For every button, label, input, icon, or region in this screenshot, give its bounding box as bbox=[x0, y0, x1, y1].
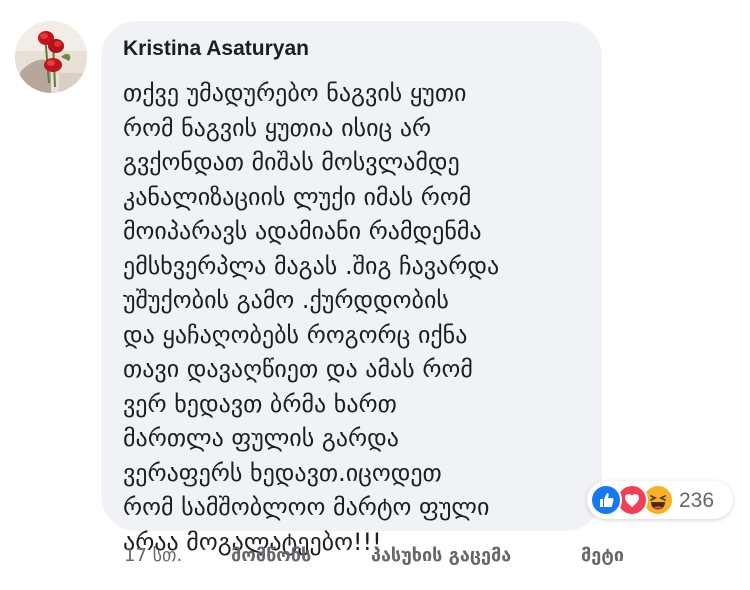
avatar[interactable] bbox=[15, 21, 87, 93]
comment-line: ემსხვერპლა მაგას .შიგ ჩავარდა bbox=[123, 251, 500, 280]
more-button[interactable]: მეტი bbox=[581, 541, 624, 571]
comment-line: თქვე უმადურებო ნაგვის ყუთი bbox=[123, 79, 467, 107]
comment-line: გვქონდათ მიშას მოსვლამდე bbox=[123, 148, 460, 176]
comment-bubble: Kristina Asaturyan თქვე უმადურებო ნაგვის… bbox=[101, 21, 602, 556]
comment-text: თქვე უმადურებო ნაგვის ყუთი რომ ნაგვის ყუ… bbox=[123, 76, 499, 559]
comment-thread: Kristina Asaturyan თქვე უმადურებო ნაგვის… bbox=[0, 0, 750, 590]
comment-line: კანალიზაციის ლუქი იმას რომ bbox=[123, 182, 472, 211]
comment-line: ვერაფერს ხედავთ.იცოდეთ bbox=[123, 458, 442, 487]
reactions-summary[interactable]: 236 bbox=[587, 481, 733, 519]
like-icon bbox=[590, 484, 622, 516]
reply-button[interactable]: პასუხის გაცემა bbox=[371, 541, 511, 571]
reaction-count: 236 bbox=[679, 489, 715, 512]
comment-actions: 17 სთ. მომწონს პასუხის გაცემა მეტი bbox=[0, 541, 750, 571]
comment-line: მოიპარავს ადამიანი რამდენმა bbox=[123, 217, 482, 245]
comment-author[interactable]: Kristina Asaturyan bbox=[123, 37, 309, 61]
comment-line: თავი დავაღწიეთ და ამას რომ bbox=[123, 355, 473, 383]
comment-line: მართლა ფულის გარდა bbox=[123, 424, 399, 452]
comment-line: რომ სამშობლოო მარტო ფული bbox=[123, 493, 490, 521]
comment-timestamp[interactable]: 17 სთ. bbox=[124, 541, 182, 571]
comment-line: და ყაჩაღობებს როგორც იქნა bbox=[123, 320, 468, 349]
comment-line: რომ ნაგვის ყუთია ისიც არ bbox=[123, 113, 432, 142]
comment-line: ვერ ხედავთ ბრმა ხართ bbox=[123, 389, 397, 418]
profile-photo bbox=[15, 21, 87, 93]
like-button[interactable]: მომწონს bbox=[231, 541, 311, 571]
comment-line: უშუქობის გამო .ქურდდობის bbox=[123, 286, 449, 314]
